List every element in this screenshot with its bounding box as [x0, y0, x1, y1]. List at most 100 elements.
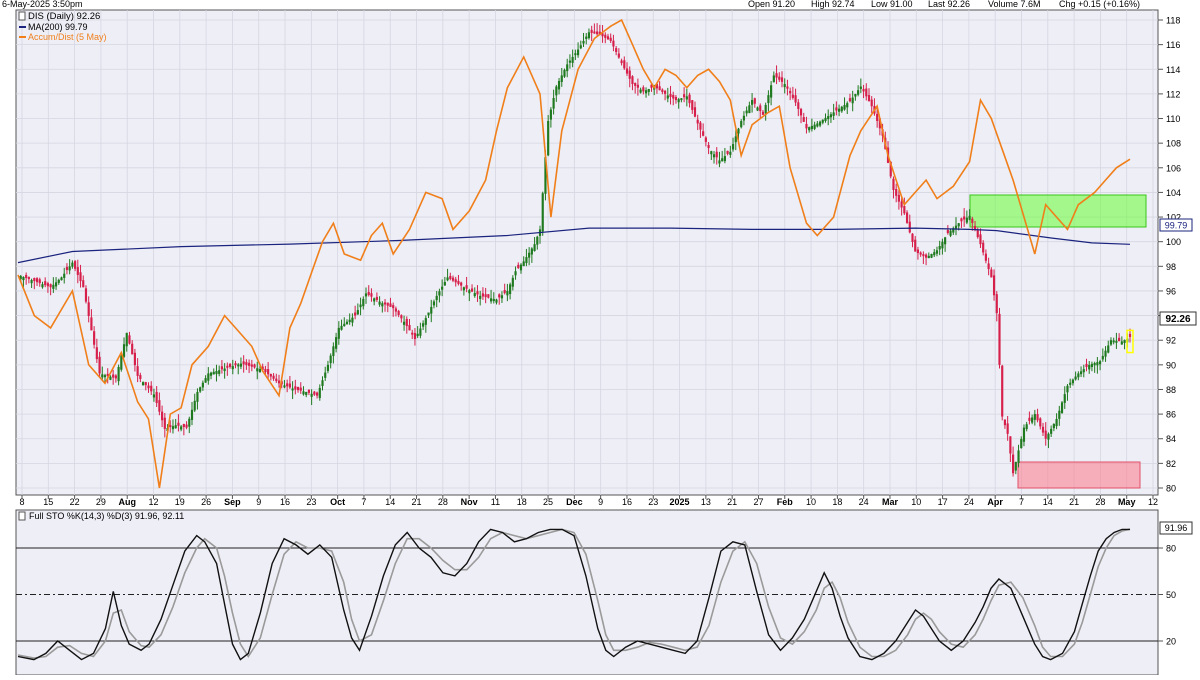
candle-body — [234, 363, 237, 366]
date-tick-label: 18 — [517, 497, 527, 507]
candle-body — [1104, 350, 1107, 357]
candle-body — [707, 144, 710, 149]
candle-body — [315, 392, 319, 396]
candle-body — [794, 95, 797, 103]
candle-body — [680, 98, 683, 101]
candle-body — [843, 104, 846, 110]
candle-body — [457, 280, 460, 284]
candle-body — [199, 387, 202, 392]
candle-body — [930, 254, 933, 258]
candle-body — [364, 293, 368, 297]
candle-body — [1107, 345, 1110, 353]
candle-body — [895, 189, 898, 196]
candle-body — [617, 53, 620, 58]
candle-body — [571, 56, 574, 63]
candle-body — [1036, 414, 1039, 421]
date-tick-label: 24 — [859, 497, 869, 507]
date-tick-label: 26 — [201, 497, 211, 507]
candle-body — [750, 100, 754, 105]
sto-badge-text: 91.96 — [1165, 523, 1188, 533]
candle-body — [171, 426, 175, 430]
candle-body — [604, 34, 607, 38]
candle-body — [903, 206, 906, 214]
candle-body — [397, 310, 400, 315]
candle-body — [992, 275, 996, 296]
price-tick-label: 118 — [1166, 16, 1180, 26]
candle-body — [1033, 414, 1036, 420]
candle-body — [54, 282, 58, 287]
candle-body — [669, 93, 672, 97]
candle-body — [1055, 419, 1058, 427]
candle-body — [1052, 423, 1055, 429]
candle-body — [144, 382, 147, 386]
candle-body — [307, 389, 311, 393]
price-tick-label: 80 — [1166, 484, 1176, 494]
date-tick-label: 21 — [1069, 497, 1079, 507]
candle-body — [1025, 424, 1028, 430]
candle-body — [500, 295, 504, 299]
candle-body — [158, 400, 161, 412]
ohlc-last: Last 92.26 — [928, 0, 970, 9]
candle-body — [422, 323, 425, 327]
candle-body — [1031, 417, 1034, 423]
candle-body — [808, 127, 811, 131]
candle-body — [987, 263, 990, 270]
candle-body — [552, 98, 555, 109]
candle-body — [163, 417, 166, 429]
candle-body — [729, 151, 732, 155]
date-tick-label: 2025 — [670, 497, 690, 507]
candle-body — [897, 194, 900, 202]
candle-body — [122, 344, 126, 357]
candle-body — [574, 53, 577, 56]
candle-body — [712, 154, 716, 158]
candle-body — [286, 383, 289, 387]
candle-body — [933, 252, 936, 256]
candle-body — [359, 304, 362, 308]
candle-body — [215, 371, 218, 375]
candle-body — [373, 298, 376, 302]
candle-body — [691, 100, 694, 110]
candle-body — [587, 32, 591, 39]
price-tick-label: 112 — [1166, 89, 1180, 99]
price-tick-label: 108 — [1166, 139, 1181, 149]
candle-body — [802, 117, 805, 122]
candle-body — [1079, 371, 1083, 375]
date-tick-label: 25 — [543, 497, 553, 507]
candle-body — [57, 279, 60, 283]
candle-body — [120, 355, 123, 370]
candle-body — [914, 239, 917, 252]
legend-accum: Accum/Dist (5 May) — [28, 32, 107, 42]
candle-body — [60, 277, 63, 281]
candle-body — [549, 109, 552, 120]
candle-body — [528, 252, 531, 258]
candle-body — [93, 331, 96, 345]
candle-body — [1012, 454, 1015, 474]
candle-body — [432, 301, 436, 306]
candle-body — [256, 368, 259, 372]
candle-body — [1085, 363, 1088, 367]
sto-badge: 91.96 — [1159, 521, 1193, 535]
candle-body — [922, 254, 925, 257]
candle-body — [128, 335, 131, 344]
candle-body — [348, 319, 351, 323]
candle-body — [109, 376, 112, 380]
candle-body — [748, 105, 751, 114]
candle-body — [674, 96, 678, 101]
candle-body — [982, 242, 985, 253]
candle-body — [560, 75, 563, 82]
candle-body — [296, 386, 300, 391]
candle-body — [1022, 427, 1026, 442]
candle-body — [239, 363, 243, 367]
date-axis-ticks: 8 15 22 29 Aug 12 19 26 Sep 9 16 23 Oct 7 14 21 28 Nov 11 1… — [19, 495, 1158, 507]
candle-body — [1101, 355, 1104, 360]
candle-body — [220, 366, 223, 370]
candle-body — [867, 95, 871, 102]
candle-body — [770, 85, 773, 98]
candle-body — [636, 84, 639, 88]
candle-body — [702, 131, 705, 136]
candle-body — [302, 391, 305, 395]
candle-body — [585, 36, 588, 39]
candle-body — [136, 366, 139, 376]
candle-body — [797, 102, 800, 109]
candle-body — [555, 86, 558, 96]
